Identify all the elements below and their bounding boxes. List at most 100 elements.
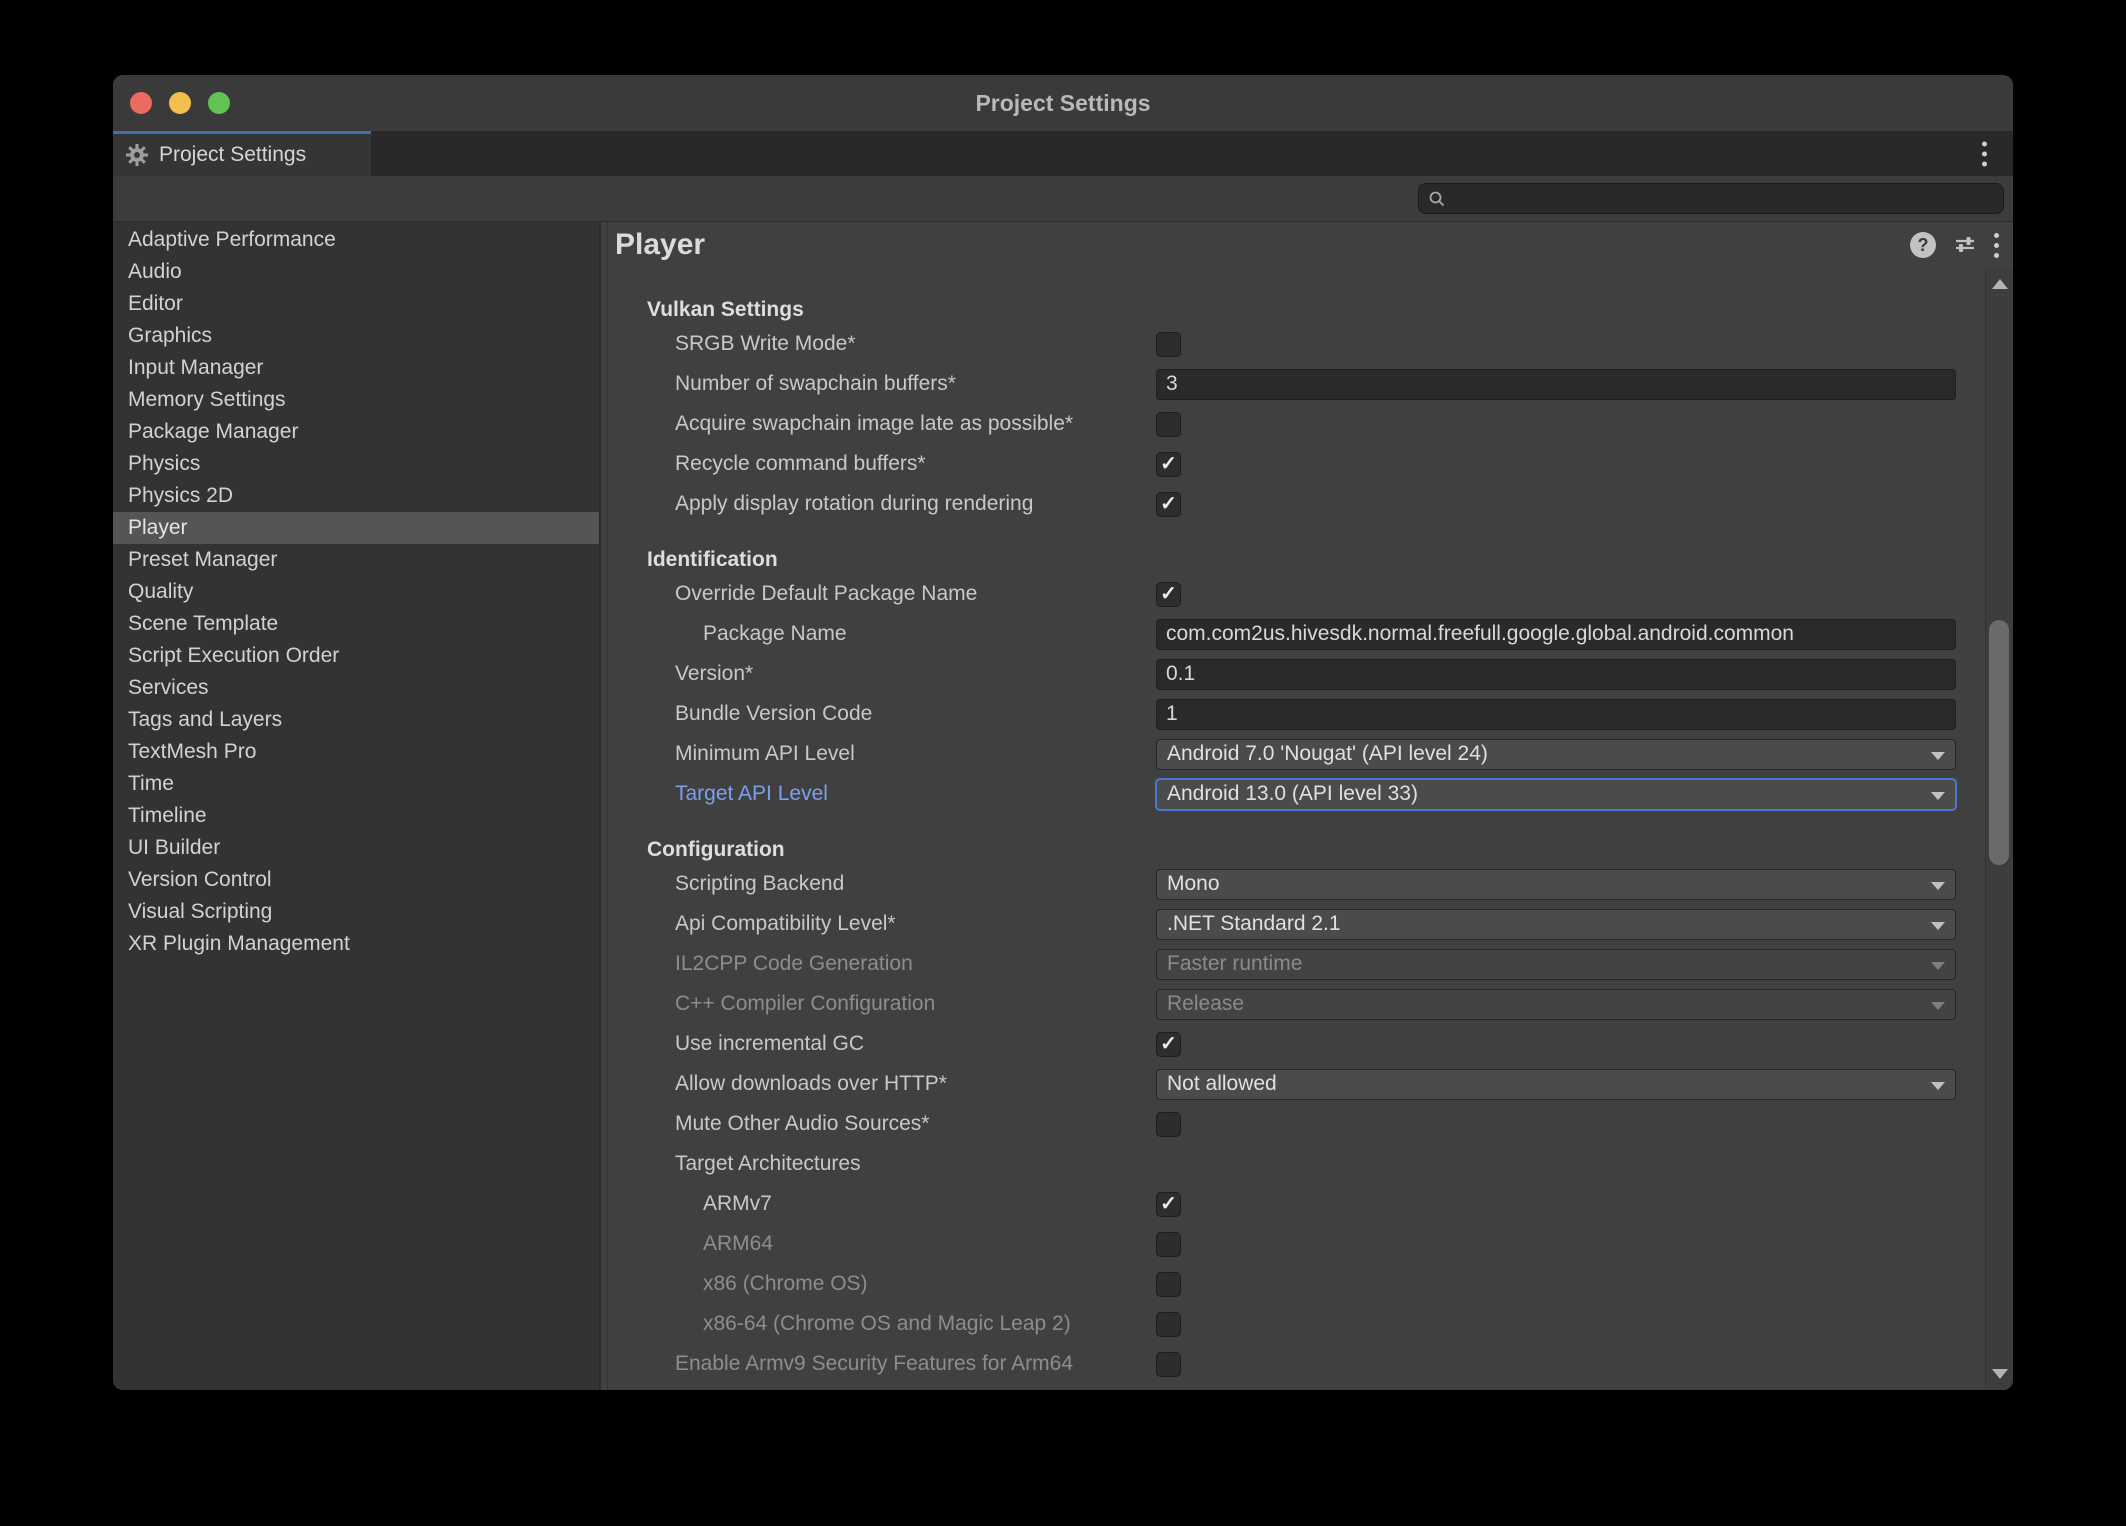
check-icon: ✓ [1160, 493, 1177, 515]
setting-label: Acquire swapchain image late as possible… [675, 412, 1073, 436]
check-icon: ✓ [1160, 583, 1177, 605]
scroll-down-icon[interactable] [1992, 1369, 2008, 1379]
tab-project-settings[interactable]: Project Settings [113, 131, 371, 176]
sidebar-item-physics-2d[interactable]: Physics 2D [113, 480, 599, 512]
vertical-scrollbar[interactable] [1985, 268, 2013, 1390]
setting-label: Scripting Backend [675, 872, 844, 896]
scroll-up-icon[interactable] [1992, 279, 2008, 289]
checkbox-arm64[interactable] [1156, 1232, 1181, 1257]
sidebar-item-package-manager[interactable]: Package Manager [113, 416, 599, 448]
minimize-button[interactable] [169, 92, 191, 114]
checkbox-recycle-command-buffers[interactable]: ✓ [1156, 452, 1181, 477]
sidebar-item-timeline[interactable]: Timeline [113, 800, 599, 832]
dropdown-minimum-api-level[interactable]: Android 7.0 'Nougat' (API level 24) [1156, 739, 1956, 770]
search-box[interactable] [1418, 183, 2004, 214]
sidebar-item-textmesh-pro[interactable]: TextMesh Pro [113, 736, 599, 768]
text-field-bundle-version-code[interactable]: 1 [1156, 699, 1956, 730]
search-input[interactable] [1452, 188, 1994, 210]
setting-label: Api Compatibility Level* [675, 912, 896, 936]
sidebar-item-memory-settings[interactable]: Memory Settings [113, 384, 599, 416]
kebab-menu-icon[interactable] [1994, 233, 1999, 258]
sidebar-item-visual-scripting[interactable]: Visual Scripting [113, 896, 599, 928]
checkbox-x86-64-chrome-os-and-magic-leap-2[interactable] [1156, 1312, 1181, 1337]
dropdown-value: .NET Standard 2.1 [1167, 912, 1341, 935]
sidebar-item-preset-manager[interactable]: Preset Manager [113, 544, 599, 576]
presets-icon[interactable] [1953, 233, 1977, 257]
dropdown-value: Mono [1167, 872, 1220, 895]
setting-row-mute-other-audio-sources: Mute Other Audio Sources* [601, 1104, 1985, 1144]
sidebar: Adaptive PerformanceAudioEditorGraphicsI… [113, 222, 600, 1390]
sidebar-item-xr-plugin-management[interactable]: XR Plugin Management [113, 928, 599, 960]
titlebar[interactable]: Project Settings [113, 75, 2013, 131]
setting-row-minimum-api-level: Minimum API LevelAndroid 7.0 'Nougat' (A… [601, 734, 1985, 774]
sidebar-item-audio[interactable]: Audio [113, 256, 599, 288]
setting-row-number-of-swapchain-buffers: Number of swapchain buffers*3 [601, 364, 1985, 404]
chevron-down-icon [1931, 752, 1945, 760]
check-icon: ✓ [1160, 1193, 1177, 1215]
setting-row-enable-armv9-security-features-for-arm64: Enable Armv9 Security Features for Arm64 [601, 1344, 1985, 1384]
zoom-button[interactable] [208, 92, 230, 114]
dropdown-value: Release [1167, 992, 1244, 1015]
setting-label: Bundle Version Code [675, 702, 872, 726]
checkbox-x86-chrome-os[interactable] [1156, 1272, 1181, 1297]
help-icon[interactable]: ? [1910, 232, 1936, 258]
setting-label: Recycle command buffers* [675, 452, 926, 476]
setting-label: x86 (Chrome OS) [703, 1272, 868, 1296]
checkbox-apply-display-rotation-during-rendering[interactable]: ✓ [1156, 492, 1181, 517]
setting-label: Allow downloads over HTTP* [675, 1072, 947, 1096]
setting-row-package-name: Package Namecom.com2us.hivesdk.normal.fr… [601, 614, 1985, 654]
sidebar-item-tags-and-layers[interactable]: Tags and Layers [113, 704, 599, 736]
dropdown-value: Android 7.0 'Nougat' (API level 24) [1167, 742, 1488, 765]
sidebar-item-services[interactable]: Services [113, 672, 599, 704]
dropdown-api-compatibility-level[interactable]: .NET Standard 2.1 [1156, 909, 1956, 940]
window-title: Project Settings [975, 90, 1150, 117]
sidebar-item-editor[interactable]: Editor [113, 288, 599, 320]
setting-label: Apply display rotation during rendering [675, 492, 1033, 516]
checkbox-armv7[interactable]: ✓ [1156, 1192, 1181, 1217]
text-field-number-of-swapchain-buffers[interactable]: 3 [1156, 369, 1956, 400]
close-button[interactable] [130, 92, 152, 114]
checkbox-mute-other-audio-sources[interactable] [1156, 1112, 1181, 1137]
sidebar-item-graphics[interactable]: Graphics [113, 320, 599, 352]
setting-row-il2cpp-code-generation: IL2CPP Code GenerationFaster runtime [601, 944, 1985, 984]
checkbox-override-default-package-name[interactable]: ✓ [1156, 582, 1181, 607]
sidebar-item-script-execution-order[interactable]: Script Execution Order [113, 640, 599, 672]
checkbox-srgb-write-mode[interactable] [1156, 332, 1181, 357]
sidebar-item-quality[interactable]: Quality [113, 576, 599, 608]
setting-row-x86-64-chrome-os-and-magic-leap-2: x86-64 (Chrome OS and Magic Leap 2) [601, 1304, 1985, 1344]
checkbox-acquire-swapchain-image-late-as-possible[interactable] [1156, 412, 1181, 437]
main-split: Adaptive PerformanceAudioEditorGraphicsI… [113, 222, 2013, 1390]
dropdown-value: Faster runtime [1167, 952, 1302, 975]
dropdown-target-api-level[interactable]: Android 13.0 (API level 33) [1156, 779, 1956, 810]
sidebar-item-time[interactable]: Time [113, 768, 599, 800]
section-header-configuration: Configuration [601, 836, 1985, 864]
chevron-down-icon [1931, 792, 1945, 800]
dropdown-allow-downloads-over-http[interactable]: Not allowed [1156, 1069, 1956, 1100]
checkbox-enable-armv9-security-features-for-arm64[interactable] [1156, 1352, 1181, 1377]
scrollbar-thumb[interactable] [1989, 620, 2009, 865]
sidebar-item-version-control[interactable]: Version Control [113, 864, 599, 896]
kebab-menu-icon[interactable] [1982, 141, 1987, 166]
setting-label: x86-64 (Chrome OS and Magic Leap 2) [703, 1312, 1071, 1336]
text-field-package-name[interactable]: com.com2us.hivesdk.normal.freefull.googl… [1156, 619, 1956, 650]
chevron-down-icon [1931, 962, 1945, 970]
sidebar-item-adaptive-performance[interactable]: Adaptive Performance [113, 224, 599, 256]
setting-row-bundle-version-code: Bundle Version Code 1 [601, 694, 1985, 734]
setting-row-apply-display-rotation-during-rendering: Apply display rotation during rendering ✓ [601, 484, 1985, 524]
setting-label: Enable Armv9 Security Features for Arm64 [675, 1352, 1073, 1376]
sidebar-item-physics[interactable]: Physics [113, 448, 599, 480]
setting-row-override-default-package-name: Override Default Package Name✓ [601, 574, 1985, 614]
text-field-version[interactable]: 0.1 [1156, 659, 1956, 690]
sidebar-item-input-manager[interactable]: Input Manager [113, 352, 599, 384]
sidebar-item-player[interactable]: Player [113, 512, 599, 544]
section-header-vulkan-settings: Vulkan Settings [601, 296, 1985, 324]
player-panel: Player ? Vulkan SettingsSRGB W [600, 222, 2013, 1390]
dropdown-c-compiler-configuration: Release [1156, 989, 1956, 1020]
setting-row-c-compiler-configuration: C++ Compiler Configuration Release [601, 984, 1985, 1024]
sidebar-item-scene-template[interactable]: Scene Template [113, 608, 599, 640]
dropdown-scripting-backend[interactable]: Mono [1156, 869, 1956, 900]
setting-label: C++ Compiler Configuration [675, 992, 935, 1016]
checkbox-use-incremental-gc[interactable]: ✓ [1156, 1032, 1181, 1057]
search-icon [1428, 190, 1446, 208]
sidebar-item-ui-builder[interactable]: UI Builder [113, 832, 599, 864]
